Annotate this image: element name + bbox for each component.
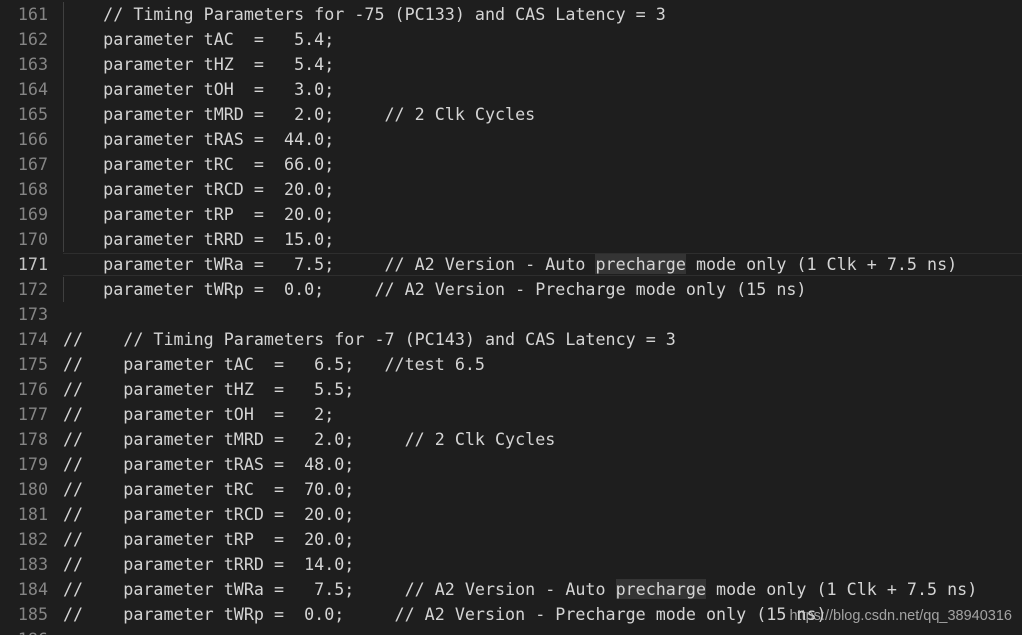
code-line[interactable]: 175 // parameter tAC = 6.5; //test 6.5 [0, 352, 1022, 377]
code-line[interactable]: 165 parameter tMRD = 2.0; // 2 Clk Cycle… [0, 102, 1022, 127]
code-line[interactable]: 161 // Timing Parameters for -75 (PC133)… [0, 2, 1022, 27]
line-number: 166 [17, 129, 48, 149]
code-line[interactable]: 170 parameter tRRD = 15.0; [0, 227, 1022, 252]
line-number: 161 [17, 4, 48, 24]
code-text[interactable]: parameter tAC = 5.4; [63, 27, 1022, 52]
word-highlight: precharge [595, 254, 686, 274]
code-text[interactable]: parameter tRRD = 15.0; [63, 227, 1022, 252]
code-text[interactable]: // parameter tHZ = 5.5; [63, 377, 1022, 402]
code-text[interactable]: parameter tMRD = 2.0; // 2 Clk Cycles [63, 102, 1022, 127]
code-text[interactable]: parameter tOH = 3.0; [63, 77, 1022, 102]
line-number: 164 [17, 79, 48, 99]
line-number: 169 [17, 204, 48, 224]
watermark: https://blog.csdn.net/qq_38940316 [789, 608, 1012, 624]
code-line[interactable]: 179 // parameter tRAS = 48.0; [0, 452, 1022, 477]
code-text[interactable]: parameter tRC = 66.0; [63, 152, 1022, 177]
code-line[interactable]: 162 parameter tAC = 5.4; [0, 27, 1022, 52]
code-line[interactable]: 186 [0, 627, 1022, 635]
code-line[interactable]: 168 parameter tRCD = 20.0; [0, 177, 1022, 202]
code-text[interactable]: parameter tWRp = 0.0; // A2 Version - Pr… [63, 277, 1022, 302]
code-line[interactable]: 167 parameter tRC = 66.0; [0, 152, 1022, 177]
code-line-active[interactable]: 171 parameter tWRa = 7.5; // A2 Version … [0, 252, 1022, 277]
code-line[interactable]: 166 parameter tRAS = 44.0; [0, 127, 1022, 152]
line-number: 165 [17, 104, 48, 124]
code-text-segment: mode only (1 Clk + 7.5 ns) [685, 254, 958, 274]
line-number: 173 [17, 304, 48, 324]
code-line[interactable]: 177 // parameter tOH = 2; [0, 402, 1022, 427]
code-line[interactable]: 169 parameter tRP = 20.0; [0, 202, 1022, 227]
line-number: 175 [17, 354, 48, 374]
line-number: 167 [17, 154, 48, 174]
code-text[interactable]: // parameter tAC = 6.5; //test 6.5 [63, 352, 1022, 377]
code-text[interactable]: // parameter tRC = 70.0; [63, 477, 1022, 502]
line-number: 170 [17, 229, 48, 249]
code-text[interactable]: // parameter tRCD = 20.0; [63, 502, 1022, 527]
word-highlight: precharge [615, 579, 706, 599]
line-number: 172 [17, 279, 48, 299]
line-number: 184 [17, 579, 48, 599]
line-number: 183 [17, 554, 48, 574]
code-text[interactable]: parameter tRCD = 20.0; [63, 177, 1022, 202]
code-text[interactable]: // Timing Parameters for -75 (PC133) and… [63, 2, 1022, 27]
code-text-segment: parameter tWRa = 7.5; // A2 Version - Au… [63, 254, 596, 274]
line-number: 163 [17, 54, 48, 74]
code-line[interactable]: 178 // parameter tMRD = 2.0; // 2 Clk Cyc… [0, 427, 1022, 452]
code-text[interactable]: // parameter tRAS = 48.0; [63, 452, 1022, 477]
code-text[interactable]: // // Timing Parameters for -7 (PC143) a… [63, 327, 1022, 352]
code-text[interactable]: parameter tHZ = 5.4; [63, 52, 1022, 77]
code-line[interactable]: 184 // parameter tWRa = 7.5; // A2 Versio… [0, 577, 1022, 602]
line-number: 162 [17, 29, 48, 49]
line-number: 182 [17, 529, 48, 549]
code-line[interactable]: 182 // parameter tRP = 20.0; [0, 527, 1022, 552]
code-text[interactable]: parameter tRP = 20.0; [63, 202, 1022, 227]
line-number: 168 [17, 179, 48, 199]
line-number: 181 [17, 504, 48, 524]
code-line[interactable]: 181 // parameter tRCD = 20.0; [0, 502, 1022, 527]
code-text[interactable]: parameter tWRa = 7.5; // A2 Version - Au… [63, 252, 1022, 277]
code-line[interactable]: 172 parameter tWRp = 0.0; // A2 Version … [0, 277, 1022, 302]
line-number: 171 [17, 254, 48, 274]
code-text[interactable]: // parameter tWRa = 7.5; // A2 Version -… [63, 577, 1022, 602]
code-text[interactable]: // parameter tMRD = 2.0; // 2 Clk Cycles [63, 427, 1022, 452]
line-number: 176 [17, 379, 48, 399]
line-number: 186 [0, 627, 48, 635]
line-number: 185 [17, 604, 48, 624]
code-text-segment: // parameter tWRa = 7.5; // A2 Version -… [63, 579, 616, 599]
code-text[interactable]: // parameter tOH = 2; [63, 402, 1022, 427]
line-number: 177 [17, 404, 48, 424]
line-number: 180 [17, 479, 48, 499]
code-line[interactable]: 164 parameter tOH = 3.0; [0, 77, 1022, 102]
code-line[interactable]: 174 // // Timing Parameters for -7 (PC143… [0, 327, 1022, 352]
code-line[interactable]: 173 [0, 302, 1022, 327]
line-number: 179 [17, 454, 48, 474]
code-editor[interactable]: 161 // Timing Parameters for -75 (PC133)… [0, 0, 1022, 635]
code-line[interactable]: 163 parameter tHZ = 5.4; [0, 52, 1022, 77]
code-text[interactable]: // parameter tRRD = 14.0; [63, 552, 1022, 577]
code-text-segment: mode only (1 Clk + 7.5 ns) [706, 579, 978, 599]
code-line[interactable]: 183 // parameter tRRD = 14.0; [0, 552, 1022, 577]
code-line[interactable]: 176 // parameter tHZ = 5.5; [0, 377, 1022, 402]
code-line[interactable]: 180 // parameter tRC = 70.0; [0, 477, 1022, 502]
code-text[interactable]: // parameter tRP = 20.0; [63, 527, 1022, 552]
code-text[interactable]: parameter tRAS = 44.0; [63, 127, 1022, 152]
line-number: 178 [17, 429, 48, 449]
line-number: 174 [17, 329, 48, 349]
